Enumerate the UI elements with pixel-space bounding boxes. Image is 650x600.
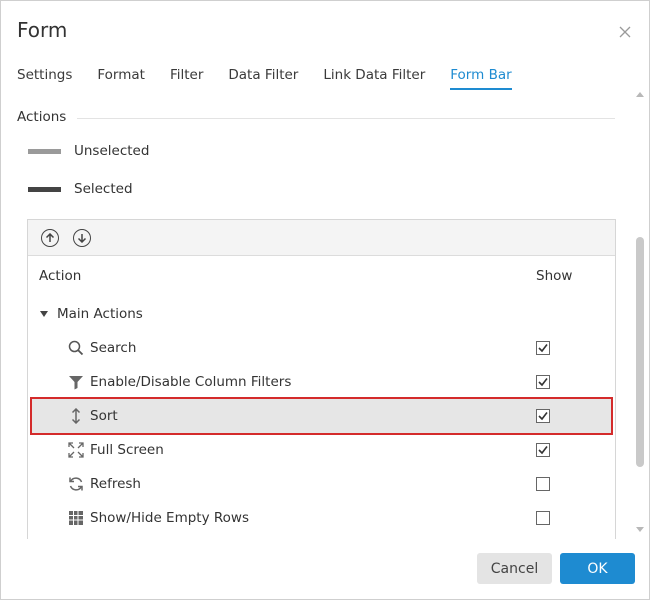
tab-data-filter[interactable]: Data Filter <box>228 67 298 90</box>
scroll-up-arrow-icon[interactable] <box>636 92 644 97</box>
row-label: Full Screen <box>90 442 164 458</box>
legend-selected: Selected <box>28 181 133 197</box>
search-icon <box>67 339 85 357</box>
tab-filter[interactable]: Filter <box>170 67 203 90</box>
column-header-show: Show <box>536 268 573 284</box>
group-label: Main Actions <box>57 306 143 322</box>
column-header-action: Action <box>39 268 82 284</box>
table-row[interactable]: Enable/Disable Column Filters <box>27 365 614 399</box>
unselected-swatch <box>28 148 61 154</box>
tab-settings[interactable]: Settings <box>17 67 72 90</box>
table-row[interactable]: Sort <box>27 399 614 433</box>
group-main-actions[interactable]: Main Actions <box>40 306 143 322</box>
tab-bar: Settings Format Filter Data Filter Link … <box>17 67 537 90</box>
dialog-title: Form <box>17 18 68 42</box>
scrollbar-thumb[interactable] <box>636 237 644 467</box>
form-dialog: Form Settings Format Filter Data Filter … <box>0 0 650 600</box>
cancel-button[interactable]: Cancel <box>477 553 552 584</box>
legend-unselected: Unselected <box>28 143 149 159</box>
sort-icon <box>67 407 85 425</box>
table-row[interactable]: Show/Hide Empty Rows <box>27 501 614 535</box>
tab-format[interactable]: Format <box>97 67 145 90</box>
close-icon[interactable] <box>615 22 635 42</box>
show-checkbox[interactable] <box>536 511 550 525</box>
table-row[interactable]: Search <box>27 331 614 365</box>
filter-icon <box>67 373 85 391</box>
tab-link-data-filter[interactable]: Link Data Filter <box>323 67 425 90</box>
tab-form-bar[interactable]: Form Bar <box>450 67 512 90</box>
refresh-icon <box>67 475 85 493</box>
show-checkbox[interactable] <box>536 375 550 389</box>
section-divider <box>77 118 615 119</box>
fullscreen-icon <box>67 441 85 459</box>
move-down-icon[interactable] <box>73 228 91 247</box>
table-row[interactable]: Refresh <box>27 467 614 501</box>
row-label: Show/Hide Empty Rows <box>90 510 249 526</box>
row-label: Sort <box>90 408 118 424</box>
scroll-down-arrow-icon[interactable] <box>636 527 644 532</box>
show-checkbox[interactable] <box>536 409 550 423</box>
row-label: Enable/Disable Column Filters <box>90 374 292 390</box>
grid-icon <box>67 509 85 527</box>
ok-button[interactable]: OK <box>560 553 635 584</box>
panel-toolbar <box>28 220 615 256</box>
actions-section-title: Actions <box>17 109 67 125</box>
table-row[interactable]: Full Screen <box>27 433 614 467</box>
table-header: Action Show <box>28 256 615 296</box>
show-checkbox[interactable] <box>536 477 550 491</box>
show-checkbox[interactable] <box>536 341 550 355</box>
collapse-triangle-icon[interactable] <box>40 311 48 317</box>
selected-swatch <box>28 186 61 192</box>
move-up-icon[interactable] <box>41 228 59 247</box>
show-checkbox[interactable] <box>536 443 550 457</box>
legend-label-unselected: Unselected <box>74 143 150 159</box>
row-label: Search <box>90 340 137 356</box>
row-label: Refresh <box>90 476 141 492</box>
legend-label-selected: Selected <box>74 181 133 197</box>
